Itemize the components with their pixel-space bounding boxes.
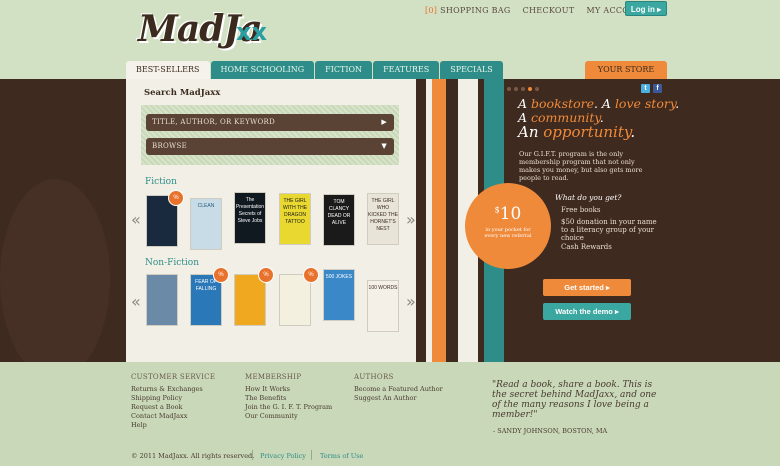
footer-link[interactable]: How It Works (245, 385, 332, 394)
chevron-down-icon: ▼ (381, 142, 387, 150)
perk-item: $50 donation in your name to a literacy … (561, 218, 657, 242)
discount-badge: % (258, 267, 274, 283)
nonfiction-prev-icon[interactable]: « (131, 292, 141, 311)
perk-item: Cash Rewards (561, 243, 612, 251)
promo-description: Our G.I.F.T. program is the only members… (519, 150, 643, 182)
footer-heading: MEMBERSHIP (245, 373, 302, 381)
fiction-prev-icon[interactable]: « (131, 210, 141, 229)
bag-count: [0] (425, 6, 438, 15)
facebook-icon[interactable]: f (653, 84, 662, 93)
search-input[interactable]: TITLE, AUTHOR, OR KEYWORD ▶ (146, 114, 394, 131)
book-title: The Presentation Secrets of Steve Jobs (235, 197, 265, 224)
footer-heading: CUSTOMER SERVICE (131, 373, 216, 381)
stripe (416, 79, 426, 362)
testimonial-quote: "Read a book, share a book. This is the … (492, 380, 657, 420)
carousel-dot[interactable] (507, 87, 511, 91)
checkout-link[interactable]: CHECKOUT (523, 6, 575, 15)
book-title: CLEAN (197, 203, 215, 209)
social-links: t f (641, 84, 662, 93)
carousel-dot[interactable] (521, 87, 525, 91)
footer-divider (311, 450, 312, 460)
fiction-book-4[interactable]: THE GIRL WITH THE DRAGON TATTOO (279, 193, 311, 245)
footer-link[interactable]: Our Community (245, 412, 332, 421)
book-title: THE GIRL WITH THE DRAGON TATTOO (282, 198, 308, 225)
footer-link[interactable]: Suggest An Author (354, 394, 443, 403)
search-placeholder: TITLE, AUTHOR, OR KEYWORD (152, 118, 276, 126)
login-button[interactable]: Log in ▸ (625, 1, 667, 16)
fiction-heading: Fiction (145, 177, 177, 187)
tab-best-sellers[interactable]: BEST-SELLERS (126, 61, 210, 79)
nonfiction-book-1[interactable] (146, 274, 178, 326)
footer-link[interactable]: Join the G. I. F. T. Program (245, 403, 332, 412)
shopping-bag-link[interactable]: [0] SHOPPING BAG (425, 6, 511, 15)
watch-demo-button[interactable]: Watch the demo ▸ (543, 303, 631, 320)
tab-fiction[interactable]: FICTION (315, 61, 373, 79)
browse-dropdown[interactable]: BROWSE ▼ (146, 138, 394, 155)
search-title: Search MadJaxx (144, 88, 221, 98)
fiction-book-6[interactable]: THE GIRL WHO KICKED THE HORNET'S NEST (367, 193, 399, 245)
logo[interactable]: MadJa xx (138, 6, 278, 58)
benefits-title: What do you get? (555, 193, 622, 202)
category-tabs: BEST-SELLERS HOME SCHOOLING FICTION FEAT… (126, 61, 504, 79)
discount-badge: % (303, 267, 319, 283)
fiction-book-2[interactable]: CLEAN (190, 198, 222, 250)
footer-authors: AUTHORS Become a Featured Author Suggest… (354, 373, 443, 403)
book-title: 500 JOKES (325, 274, 353, 280)
nonfiction-book-6[interactable]: 100 WORDS (367, 280, 399, 332)
decorative-swirl (0, 179, 110, 379)
footer-membership: MEMBERSHIP How It Works The Benefits Joi… (245, 373, 332, 421)
discount-badge: % (168, 190, 184, 206)
your-store-tab[interactable]: YOUR STORE (585, 61, 667, 79)
perk-item: Free books (561, 206, 601, 214)
referral-badge: $10 in your pocket for every new referra… (468, 186, 548, 266)
terms-of-use-link[interactable]: Terms of Use (320, 452, 363, 460)
carousel-dot[interactable] (514, 87, 518, 91)
shopping-bag-label: SHOPPING BAG (440, 6, 511, 15)
footer-link[interactable]: Become a Featured Author (354, 385, 443, 394)
browse-label: BROWSE (152, 142, 188, 150)
tab-specials[interactable]: SPECIALS (440, 61, 503, 79)
footer-heading: AUTHORS (354, 373, 394, 381)
discount-badge: % (213, 267, 229, 283)
footer-link[interactable]: Request a Book (131, 403, 215, 412)
footer-link[interactable]: Returns & Exchanges (131, 385, 215, 394)
search-submit-icon[interactable]: ▶ (381, 114, 387, 131)
book-title: FEAR OF FALLING (195, 279, 217, 292)
fiction-book-3[interactable]: The Presentation Secrets of Steve Jobs (234, 192, 266, 244)
referral-sub: in your pocket for every new referral (484, 227, 532, 239)
book-title: THE GIRL WHO KICKED THE HORNET'S NEST (368, 198, 398, 232)
stripe (432, 79, 446, 362)
nonfiction-heading: Non-Fiction (145, 258, 200, 268)
footer-link[interactable]: Help (131, 421, 215, 430)
footer-customer-service: CUSTOMER SERVICE Returns & Exchanges Shi… (131, 373, 215, 430)
carousel-dots (507, 87, 539, 91)
fiction-book-5[interactable]: TOM CLANCY DEAD OR ALIVE (323, 194, 355, 246)
logo-mark: xx (236, 18, 267, 46)
page: MadJa xx [0] SHOPPING BAG CHECKOUT MY AC… (0, 0, 780, 466)
footer-link[interactable]: Shipping Policy (131, 394, 215, 403)
book-title: TOM CLANCY DEAD OR ALIVE (327, 199, 351, 226)
carousel-dot[interactable] (535, 87, 539, 91)
nonfiction-next-icon[interactable]: » (406, 292, 416, 311)
copyright: © 2011 MadJaxx. All rights reserved. (131, 452, 255, 460)
testimonial-author: - SANDY JOHNSON, BOSTON, MA (493, 427, 608, 435)
stripe (446, 79, 458, 362)
privacy-policy-link[interactable]: Privacy Policy (260, 452, 306, 460)
promo-tagline: A bookstore. A love story. A community. … (518, 96, 680, 141)
carousel-dot-active[interactable] (528, 87, 532, 91)
tab-features[interactable]: FEATURES (373, 61, 440, 79)
get-started-button[interactable]: Get started ▸ (543, 279, 631, 296)
footer-link[interactable]: The Benefits (245, 394, 332, 403)
nonfiction-book-5[interactable]: 500 JOKES (323, 269, 355, 321)
footer-divider (252, 450, 253, 460)
tab-home-schooling[interactable]: HOME SCHOOLING (210, 61, 315, 79)
twitter-icon[interactable]: t (641, 84, 650, 93)
referral-amount: 10 (499, 204, 522, 224)
book-title: 100 WORDS (368, 285, 398, 291)
fiction-next-icon[interactable]: » (406, 210, 416, 229)
footer-link[interactable]: Contact MadJaxx (131, 412, 215, 421)
